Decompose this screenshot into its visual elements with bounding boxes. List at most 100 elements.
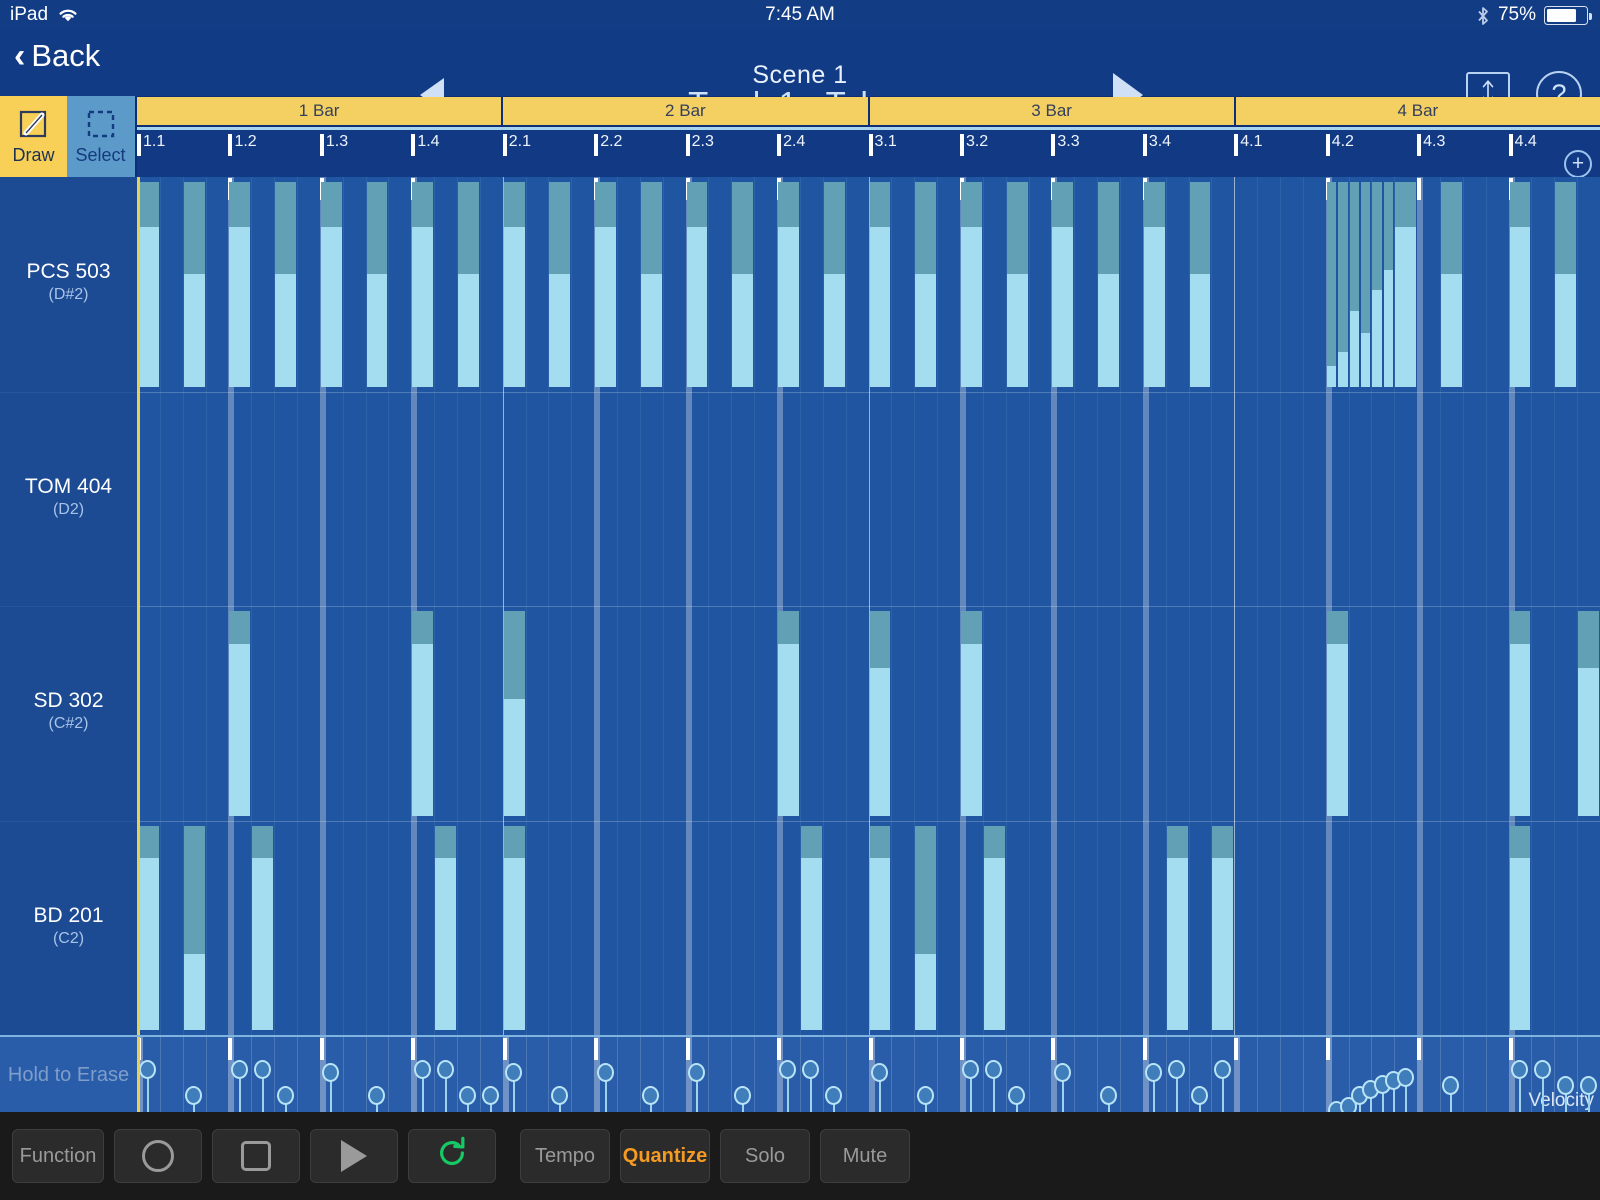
sequencer-note[interactable]: [915, 825, 937, 1030]
sequencer-note[interactable]: [1578, 611, 1599, 816]
sequencer-note[interactable]: [869, 825, 891, 1030]
step-sequencer-grid[interactable]: [137, 177, 1600, 1035]
sequencer-note[interactable]: [1509, 611, 1531, 816]
sequencer-note[interactable]: [1212, 825, 1234, 1030]
sequencer-note[interactable]: [549, 182, 571, 387]
sequencer-note[interactable]: [275, 182, 297, 387]
velocity-handle[interactable]: [825, 1085, 843, 1105]
velocity-handle[interactable]: [916, 1085, 934, 1105]
sequencer-note[interactable]: [1383, 182, 1394, 387]
playhead[interactable]: [137, 177, 140, 1035]
sequencer-note[interactable]: [503, 611, 525, 816]
sequencer-note[interactable]: [732, 182, 754, 387]
bar-ruler-cell[interactable]: 1 Bar: [137, 97, 504, 125]
velocity-handle[interactable]: [368, 1085, 386, 1105]
sequencer-note[interactable]: [800, 825, 822, 1030]
velocity-handle[interactable]: [779, 1059, 797, 1079]
velocity-handle[interactable]: [322, 1063, 340, 1083]
sequencer-note[interactable]: [435, 825, 457, 1030]
velocity-lane-grid[interactable]: Velocity: [137, 1037, 1600, 1114]
sequencer-note[interactable]: [1143, 182, 1165, 387]
velocity-handle[interactable]: [870, 1063, 888, 1083]
velocity-handle[interactable]: [802, 1059, 820, 1079]
velocity-handle[interactable]: [1556, 1075, 1574, 1095]
sequencer-note[interactable]: [869, 182, 891, 387]
track-name-4[interactable]: BD 201 (C2): [0, 904, 137, 948]
sequencer-note[interactable]: [412, 182, 434, 387]
tool-select[interactable]: Select: [67, 96, 134, 177]
velocity-handle[interactable]: [413, 1059, 431, 1079]
velocity-handle[interactable]: [1008, 1085, 1026, 1105]
velocity-handle[interactable]: [253, 1059, 271, 1079]
velocity-handle[interactable]: [185, 1085, 203, 1105]
sequencer-note[interactable]: [229, 611, 251, 816]
sequencer-note[interactable]: [640, 182, 662, 387]
velocity-handle[interactable]: [1145, 1063, 1163, 1083]
velocity-handle[interactable]: [985, 1059, 1003, 1079]
sequencer-note[interactable]: [1189, 182, 1211, 387]
sequencer-note[interactable]: [1555, 182, 1577, 387]
sequencer-note[interactable]: [1326, 182, 1337, 387]
velocity-handle[interactable]: [436, 1059, 454, 1079]
sequencer-note[interactable]: [915, 182, 937, 387]
velocity-handle[interactable]: [1053, 1063, 1071, 1083]
stop-button[interactable]: [212, 1129, 300, 1183]
velocity-handle[interactable]: [596, 1063, 614, 1083]
velocity-handle[interactable]: [733, 1085, 751, 1105]
track-name-1[interactable]: PCS 503 (D#2): [0, 260, 137, 304]
velocity-handle[interactable]: [1190, 1085, 1208, 1105]
velocity-handle[interactable]: [276, 1085, 294, 1105]
sequencer-note[interactable]: [595, 182, 617, 387]
sequencer-note[interactable]: [983, 825, 1005, 1030]
function-button[interactable]: Function: [12, 1129, 104, 1183]
velocity-handle[interactable]: [1442, 1075, 1460, 1095]
sequencer-note[interactable]: [1440, 182, 1462, 387]
sequencer-note[interactable]: [138, 825, 159, 1030]
sequencer-note[interactable]: [1372, 182, 1382, 387]
play-button[interactable]: [310, 1129, 398, 1183]
velocity-handle[interactable]: [1510, 1059, 1528, 1079]
sequencer-note[interactable]: [1509, 182, 1531, 387]
erase-hint[interactable]: Hold to Erase: [0, 1037, 137, 1114]
sequencer-note[interactable]: [229, 182, 251, 387]
bar-ruler-cell[interactable]: 4 Bar: [1235, 97, 1600, 125]
velocity-handle[interactable]: [1396, 1067, 1414, 1087]
velocity-handle[interactable]: [1213, 1059, 1231, 1079]
sequencer-note[interactable]: [1338, 182, 1348, 387]
velocity-handle[interactable]: [482, 1085, 500, 1105]
velocity-handle[interactable]: [230, 1059, 248, 1079]
sequencer-note[interactable]: [366, 182, 388, 387]
sequencer-note[interactable]: [183, 825, 205, 1030]
velocity-lane[interactable]: Hold to Erase Velocity: [0, 1035, 1600, 1114]
sequencer-note[interactable]: [458, 182, 479, 387]
sequencer-note[interactable]: [960, 611, 982, 816]
velocity-handle[interactable]: [1533, 1059, 1551, 1079]
sequencer-note[interactable]: [503, 825, 525, 1030]
bar-ruler-cell[interactable]: 3 Bar: [869, 97, 1236, 125]
sequencer-note[interactable]: [412, 611, 434, 816]
bar-ruler[interactable]: 1 Bar 2 Bar 3 Bar 4 Bar: [137, 97, 1600, 125]
mute-button[interactable]: Mute: [820, 1129, 910, 1183]
sequencer-note[interactable]: [1509, 825, 1531, 1030]
sequencer-note[interactable]: [1360, 182, 1371, 387]
sequencer-note[interactable]: [1349, 182, 1359, 387]
sequencer-note[interactable]: [1395, 182, 1417, 387]
velocity-handle[interactable]: [642, 1085, 660, 1105]
velocity-handle[interactable]: [139, 1059, 157, 1079]
quantize-button[interactable]: Quantize: [620, 1129, 710, 1183]
record-button[interactable]: [114, 1129, 202, 1183]
sequencer-note[interactable]: [823, 182, 845, 387]
velocity-handle[interactable]: [459, 1085, 477, 1105]
loop-button[interactable]: [408, 1129, 496, 1183]
track-name-3[interactable]: SD 302 (C#2): [0, 689, 137, 733]
velocity-handle[interactable]: [1168, 1059, 1186, 1079]
sequencer-note[interactable]: [686, 182, 708, 387]
sequencer-note[interactable]: [1052, 182, 1074, 387]
tool-draw[interactable]: Draw: [0, 96, 67, 177]
sequencer-note[interactable]: [1326, 611, 1348, 816]
sequencer-note[interactable]: [778, 611, 799, 816]
sequencer-note[interactable]: [252, 825, 274, 1030]
track-name-2[interactable]: TOM 404 (D2): [0, 475, 137, 519]
sequencer-note[interactable]: [1166, 825, 1188, 1030]
velocity-handle[interactable]: [1579, 1075, 1597, 1095]
